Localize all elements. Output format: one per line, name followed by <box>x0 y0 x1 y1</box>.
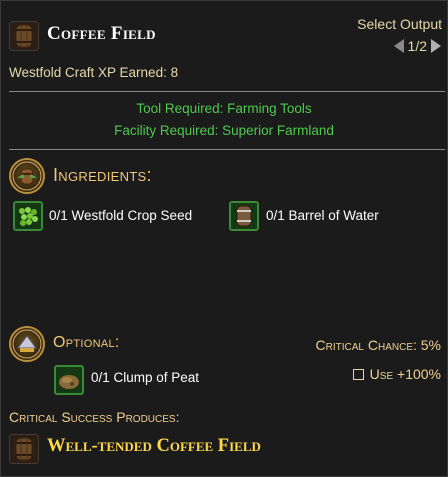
page-indicator: 1/2 <box>407 38 427 54</box>
optional-heading: Optional: <box>53 334 120 351</box>
next-output-arrow-icon[interactable] <box>431 39 441 53</box>
critical-success-label: Critical Success Produces: <box>9 409 180 425</box>
ingredients-medallion-icon <box>9 158 45 194</box>
recipe-title: Coffee Field <box>47 23 156 44</box>
water-barrel-icon[interactable] <box>229 201 259 231</box>
recipe-panel: Coffee Field Select Output 1/2 Westfold … <box>0 0 448 477</box>
output-pager: 1/2 <box>393 38 441 54</box>
divider <box>9 91 445 92</box>
ingredient-crop-seed: 0/1 Westfold Crop Seed <box>49 208 193 223</box>
tool-required: Tool Required: Farming Tools <box>136 101 312 116</box>
ingredient-water-barrel: 0/1 Barrel of Water <box>266 208 379 223</box>
use-critical-checkbox[interactable]: Use +100% <box>352 366 441 382</box>
use-label: Use +100% <box>369 366 441 382</box>
peat-icon[interactable] <box>54 365 84 395</box>
xp-earned: Westfold Craft XP Earned: 8 <box>9 65 179 80</box>
select-output-label: Select Output <box>357 16 442 32</box>
crop-seed-icon[interactable] <box>13 201 43 231</box>
optional-peat: 0/1 Clump of Peat <box>91 370 200 385</box>
barrel-icon <box>9 434 39 464</box>
divider <box>9 149 445 150</box>
critical-result-title: Well-tended Coffee Field <box>47 436 261 456</box>
checkbox-icon[interactable] <box>352 369 364 380</box>
critical-chance: Critical Chance: 5% <box>315 337 441 353</box>
facility-required: Facility Required: Superior Farmland <box>114 123 334 138</box>
optional-medallion-icon <box>9 326 45 362</box>
ingredients-heading: Ingredients: <box>53 165 152 185</box>
barrel-icon <box>9 21 39 51</box>
previous-output-arrow-icon[interactable] <box>393 39 404 53</box>
